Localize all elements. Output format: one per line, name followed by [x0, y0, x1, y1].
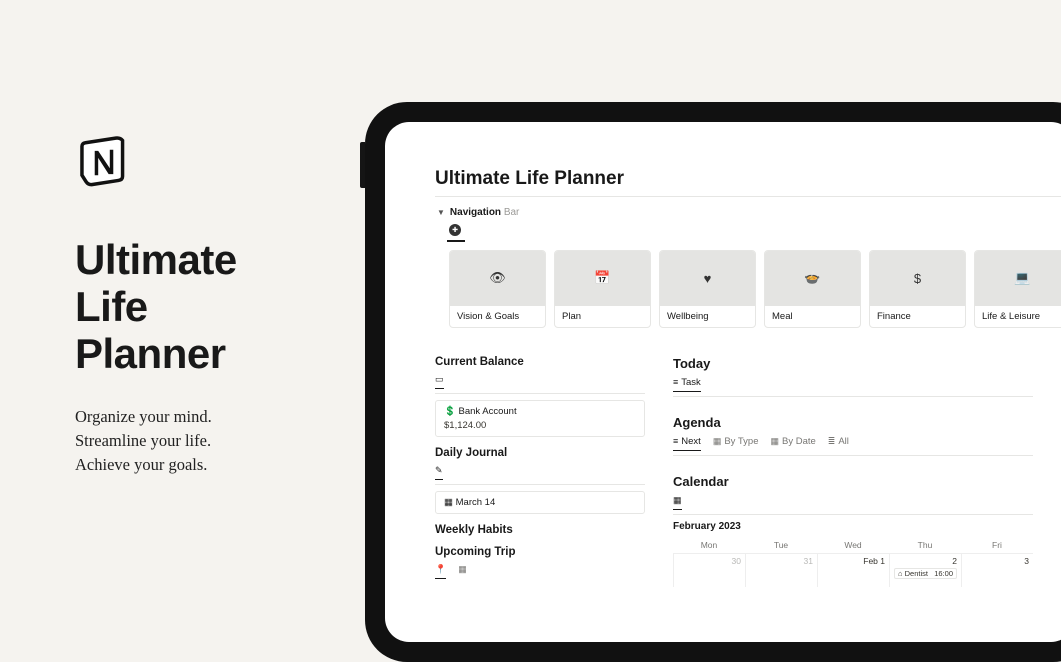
nav-card-label: Finance: [870, 306, 965, 327]
upcoming-trip-heading: Upcoming Trip: [435, 546, 645, 558]
view-icon: ▦: [770, 436, 779, 447]
calendar-day-cell[interactable]: 30: [673, 553, 745, 587]
caret-down-icon: ▼: [437, 208, 445, 217]
calendar-dow: Fri: [961, 537, 1033, 553]
view-icon: ≡: [673, 436, 678, 446]
calendar-dow: Wed: [817, 537, 889, 553]
bank-account-title: Bank Account: [458, 406, 516, 417]
calendar-heading: Calendar: [673, 474, 1033, 489]
pen-icon: ✎: [435, 465, 443, 476]
calendar-day-cell[interactable]: 31: [745, 553, 817, 587]
nav-card-icon: ♥: [660, 251, 755, 306]
today-task-tab[interactable]: ≡ Task: [673, 377, 701, 392]
daily-journal-heading: Daily Journal: [435, 447, 645, 459]
divider: [435, 196, 1061, 197]
card-icon: ▭: [435, 374, 444, 385]
navigation-toggle[interactable]: ▼ Navigation Bar: [437, 207, 1061, 218]
view-icon: ≣: [828, 436, 836, 447]
trip-tab-gallery[interactable]: ▦: [458, 564, 467, 578]
tablet-power-button: [360, 142, 365, 188]
tablet-frame: Ultimate Life Planner ▼ Navigation Bar ✚…: [365, 102, 1061, 662]
agenda-tab-label: Next: [681, 436, 701, 447]
balance-tab[interactable]: ▭: [435, 374, 444, 389]
nav-card-plan[interactable]: 📅Plan: [554, 250, 651, 328]
event-time: 16:00: [934, 569, 953, 578]
nav-card-meal[interactable]: 🍲Meal: [764, 250, 861, 328]
hero-tagline: Organize your mind. Streamline your life…: [75, 405, 315, 477]
agenda-tab-all[interactable]: ≣ All: [828, 436, 849, 450]
calendar-dow: Tue: [745, 537, 817, 553]
nav-card-icon: $: [870, 251, 965, 306]
nav-card-label: Life & Leisure: [975, 306, 1061, 327]
nav-tab-underline: [447, 240, 465, 242]
calendar-dow: Thu: [889, 537, 961, 553]
agenda-tab-by-date[interactable]: ▦ By Date: [770, 436, 815, 450]
nav-card-finance[interactable]: $Finance: [869, 250, 966, 328]
nav-card-vision-goals[interactable]: 👁Vision & Goals: [449, 250, 546, 328]
nav-card-label: Vision & Goals: [450, 306, 545, 327]
agenda-tab-next[interactable]: ≡ Next: [673, 436, 701, 451]
trip-tab-pin[interactable]: 📍: [435, 564, 446, 579]
hero-title: Ultimate Life Planner: [75, 236, 315, 377]
nav-view-tab-icon[interactable]: ✚: [449, 224, 461, 236]
nav-card-wellbeing[interactable]: ♥Wellbeing: [659, 250, 756, 328]
calendar-icon: ▦: [444, 497, 453, 508]
nav-card-label: Wellbeing: [660, 306, 755, 327]
nav-card-icon: 💻: [975, 251, 1061, 306]
calendar-icon: ▦: [673, 495, 682, 506]
calendar-event[interactable]: ⌂ Dentist 16:00: [894, 568, 957, 579]
bank-account-value: $1,124.00: [444, 420, 636, 431]
calendar-day-cell[interactable]: 3: [961, 553, 1033, 587]
event-title: ⌂ Dentist: [898, 569, 928, 578]
calendar-tab[interactable]: ▦: [673, 495, 682, 510]
journal-entry-card[interactable]: ▦ March 14: [435, 491, 645, 514]
tablet-screen: Ultimate Life Planner ▼ Navigation Bar ✚…: [385, 122, 1061, 642]
today-heading: Today: [673, 356, 1033, 371]
notion-logo-icon: [75, 130, 133, 188]
calendar-dow: Mon: [673, 537, 745, 553]
navigation-toggle-label: Navigation Bar: [450, 207, 519, 218]
nav-card-label: Plan: [555, 306, 650, 327]
view-icon: ▦: [713, 436, 722, 447]
nav-card-icon: 🍲: [765, 251, 860, 306]
page-title: Ultimate Life Planner: [435, 168, 1061, 190]
calendar-day-cell[interactable]: 2⌂ Dentist16:00: [889, 553, 961, 587]
list-icon: ≡: [673, 377, 678, 387]
agenda-tab-by-type[interactable]: ▦ By Type: [713, 436, 759, 450]
calendar-day-cell[interactable]: Feb 1: [817, 553, 889, 587]
journal-entry-label: March 14: [456, 497, 496, 508]
bank-account-card[interactable]: 💲 Bank Account $1,124.00: [435, 400, 645, 437]
nav-card-icon: 👁: [450, 251, 545, 306]
nav-card-label: Meal: [765, 306, 860, 327]
calendar-month-label: February 2023: [673, 521, 1033, 532]
today-task-tab-label: Task: [681, 377, 701, 388]
nav-card-icon: 📅: [555, 251, 650, 306]
gallery-icon: ▦: [458, 564, 467, 575]
agenda-heading: Agenda: [673, 415, 1033, 430]
agenda-tab-label: By Type: [724, 436, 758, 447]
pin-icon: 📍: [435, 564, 446, 575]
journal-tab[interactable]: ✎: [435, 465, 443, 480]
money-icon: 💲: [444, 406, 456, 417]
weekly-habits-heading: Weekly Habits: [435, 524, 645, 536]
agenda-tab-label: By Date: [782, 436, 816, 447]
agenda-tab-label: All: [838, 436, 849, 447]
nav-card-life-leisure[interactable]: 💻Life & Leisure: [974, 250, 1061, 328]
current-balance-heading: Current Balance: [435, 356, 645, 368]
